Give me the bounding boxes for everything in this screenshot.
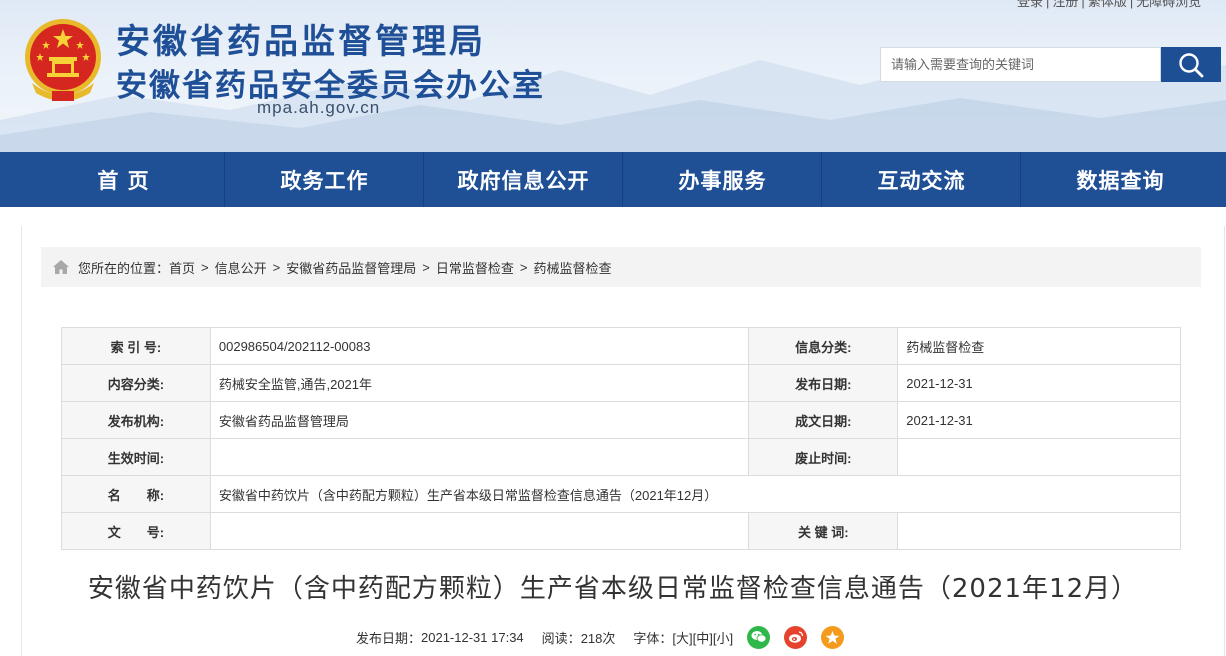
- breadcrumb-separator: >: [272, 259, 281, 275]
- read-count-value: 218次: [580, 630, 616, 646]
- home-icon: [52, 259, 70, 275]
- breadcrumb-home[interactable]: 首页: [169, 258, 195, 277]
- read-count-label: 阅读：: [541, 630, 581, 646]
- article-meta: 发布日期： 2021-12-31 17:34 阅读： 218次 字体： [大] …: [356, 625, 845, 649]
- document-name-label: 名 称:: [61, 475, 211, 513]
- breadcrumb: 您所在的位置： 首页 > 信息公开 > 安徽省药品监督管理局 > 日常监督检查 …: [41, 247, 1201, 287]
- wechat-icon: [751, 631, 767, 643]
- share-weibo-button[interactable]: [784, 625, 808, 649]
- keywords-value: [897, 512, 1181, 550]
- breadcrumb-daily-inspection[interactable]: 日常监督检查: [436, 258, 514, 277]
- table-row: 发布机构: 安徽省药品监督管理局 成文日期: 2021-12-31: [61, 401, 1181, 439]
- register-link[interactable]: 注册: [1052, 0, 1078, 9]
- nav-item-government-work[interactable]: 政务工作: [225, 152, 424, 207]
- star-icon: [825, 630, 840, 644]
- site-title-primary: 安徽省药品监督管理局: [116, 22, 486, 62]
- index-number-label: 索 引 号:: [61, 327, 211, 365]
- publishing-org-label: 发布机构:: [61, 401, 211, 439]
- share-wechat-button[interactable]: [747, 625, 771, 649]
- nav-item-services[interactable]: 办事服务: [623, 152, 822, 207]
- main-nav: 首 页 政务工作 政府信息公开 办事服务 互动交流 数据查询: [0, 152, 1226, 207]
- info-category-value: 药械监督检查: [897, 327, 1181, 365]
- breadcrumb-separator: >: [201, 259, 209, 275]
- breadcrumb-bureau[interactable]: 安徽省药品监督管理局: [286, 258, 416, 277]
- top-links: 登录 | 注册 | 繁体版 | 无障碍浏览: [1014, 0, 1204, 10]
- expire-time-label: 废止时间:: [748, 438, 899, 476]
- traditional-chinese-link[interactable]: 繁体版: [1088, 0, 1127, 9]
- document-name-value: 安徽省中药饮片（含中药配方颗粒）生产省本级日常监督检查信息通告（2021年12月…: [209, 475, 1182, 513]
- publish-time-label: 发布日期：: [356, 630, 422, 646]
- search-input[interactable]: [881, 48, 1161, 81]
- table-row: 索 引 号: 002986504/202112-00083 信息分类: 药械监督…: [61, 327, 1181, 365]
- nav-item-home[interactable]: 首 页: [24, 152, 223, 207]
- table-row: 文 号: 关 键 词:: [61, 512, 1181, 550]
- table-row: 生效时间: 废止时间:: [61, 438, 1181, 476]
- site-header: 安徽省药品监督管理局 安徽省药品安全委员会办公室 mpa.ah.gov.cn 登…: [0, 0, 1226, 152]
- breadcrumb-separator: >: [519, 259, 528, 275]
- publish-date-value: 2021-12-31: [897, 364, 1181, 402]
- publish-date-label: 发布日期:: [748, 364, 899, 402]
- font-small-button[interactable]: [小]: [713, 628, 733, 647]
- search-box: [880, 47, 1161, 82]
- publish-time-value: 2021-12-31 17:34: [421, 629, 524, 645]
- breadcrumb-prefix: 您所在的位置：: [78, 260, 170, 276]
- effective-time-label: 生效时间:: [61, 438, 211, 476]
- search-icon: [1179, 52, 1204, 77]
- content-category-label: 内容分类:: [61, 364, 211, 402]
- font-medium-button[interactable]: [中]: [693, 628, 713, 647]
- login-link[interactable]: 登录: [1017, 0, 1043, 9]
- table-row: 内容分类: 药械安全监管,通告,2021年 发布日期: 2021-12-31: [61, 364, 1181, 402]
- breadcrumb-info-disclosure[interactable]: 信息公开: [215, 258, 267, 277]
- nav-item-interaction[interactable]: 互动交流: [822, 152, 1021, 207]
- info-category-label: 信息分类:: [748, 327, 899, 365]
- font-size-label: 字体：: [633, 630, 673, 646]
- national-emblem-icon: [25, 19, 101, 101]
- index-number-value: 002986504/202112-00083: [209, 327, 750, 365]
- expire-time-value: [897, 438, 1181, 476]
- nav-item-info-disclosure[interactable]: 政府信息公开: [424, 152, 623, 207]
- effective-time-value: [209, 438, 750, 476]
- nav-item-data-query[interactable]: 数据查询: [1021, 152, 1220, 207]
- document-number-value: [209, 512, 750, 550]
- favorite-button[interactable]: [821, 625, 845, 649]
- content-category-value: 药械安全监管,通告,2021年: [209, 364, 750, 402]
- document-number-label: 文 号:: [61, 512, 211, 550]
- site-domain: mpa.ah.gov.cn: [257, 98, 381, 117]
- search-button[interactable]: [1161, 47, 1221, 82]
- publishing-org-value: 安徽省药品监督管理局: [209, 401, 750, 439]
- table-row: 名 称: 安徽省中药饮片（含中药配方颗粒）生产省本级日常监督检查信息通告（202…: [61, 475, 1182, 513]
- document-date-value: 2021-12-31: [897, 401, 1181, 439]
- article-title: 安徽省中药饮片（含中药配方颗粒）生产省本级日常监督检查信息通告（2021年12月…: [87, 574, 1139, 604]
- accessibility-link[interactable]: 无障碍浏览: [1136, 0, 1201, 9]
- breadcrumb-drug-device-inspection[interactable]: 药械监督检查: [533, 258, 611, 277]
- weibo-icon: [788, 631, 803, 643]
- font-large-button[interactable]: [大]: [672, 628, 692, 647]
- document-date-label: 成文日期:: [748, 401, 899, 439]
- keywords-label: 关 键 词:: [748, 512, 899, 550]
- breadcrumb-separator: >: [422, 259, 430, 275]
- document-info-table: 索 引 号: 002986504/202112-00083 信息分类: 药械监督…: [61, 327, 1182, 550]
